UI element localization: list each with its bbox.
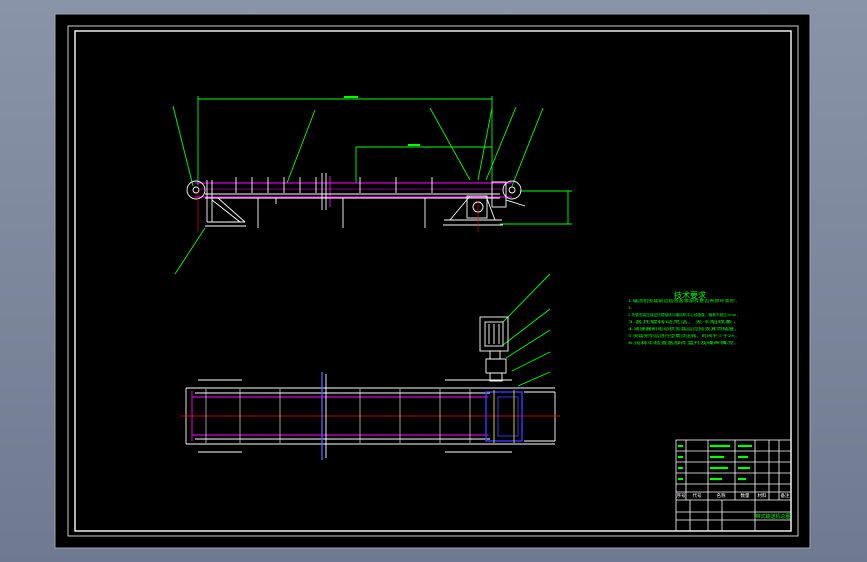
cad-viewport[interactable]: 技术要求 1.输送机安装前应检查各零部件是否有损坏变形， 3. 2.托辊安装应保证托… bbox=[0, 0, 867, 562]
title-block-header: 序号 bbox=[677, 492, 686, 499]
tech-req-line: 3. bbox=[628, 306, 632, 310]
tech-req-line: 5.安装完毕后进行空载试运转，时间不少于2h， bbox=[628, 333, 740, 338]
title-block-header: 名称 bbox=[717, 492, 726, 499]
title-block-header: 备注 bbox=[781, 492, 790, 499]
drawing-sheet bbox=[54, 13, 811, 549]
cad-drawing: 技术要求 1.输送机安装前应检查各零部件是否有损坏变形，3.2.托辊安装应保证托… bbox=[54, 13, 811, 549]
title-block-header: 代号 bbox=[693, 492, 702, 499]
title-block-header: 材料 bbox=[758, 492, 767, 499]
tech-req-line: 6.运转中检查各部件温升及噪声情况。 bbox=[628, 340, 740, 345]
tech-req-line: 2.托辊安装应保证托辊轴线与输送机中心线垂直，偏差不超过1mm， bbox=[628, 312, 740, 317]
title-block-drawing-name: 带式输送机总图 bbox=[755, 513, 790, 520]
tech-req-line: 1.输送机安装前应检查各零部件是否有损坏变形， bbox=[628, 298, 740, 303]
tech-req-line: 3.各托辊转动灵活，无卡阻现象， bbox=[628, 319, 740, 324]
tech-req-line: 4.减速器和电动机安装后应检查其同轴度， bbox=[628, 326, 740, 331]
title-block-header: 数量 bbox=[741, 492, 750, 499]
